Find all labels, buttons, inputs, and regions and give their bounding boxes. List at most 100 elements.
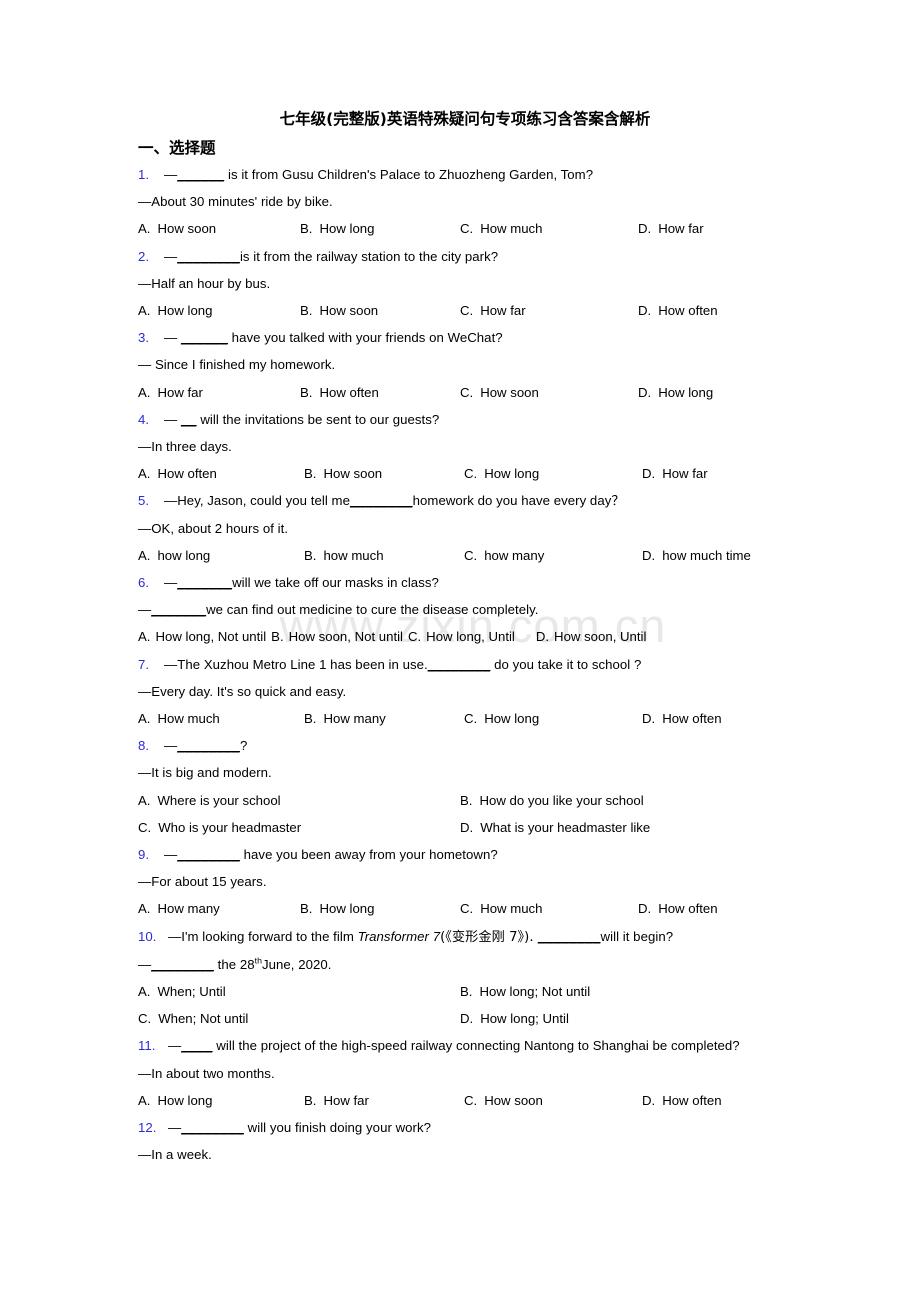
option-text: Who is your headmaster <box>158 819 302 835</box>
option-b[interactable]: B. How soon <box>300 297 378 324</box>
question-stem: 2. —________is it from the railway statio… <box>138 243 792 270</box>
response-tail: June, 2020. <box>261 956 332 972</box>
option-b[interactable]: B. How long <box>300 215 374 242</box>
answer-blank: ________ <box>349 493 413 509</box>
option-d[interactable]: D. How soon, Until <box>536 629 647 644</box>
option-b[interactable]: B. How long; Not until <box>460 978 590 1005</box>
option-a[interactable]: A. How long <box>138 1087 212 1114</box>
option-a[interactable]: A. How often <box>138 460 217 487</box>
question-number: 1. <box>138 167 150 182</box>
option-row: A. How long, Not until B. How soon, Not unt… <box>138 623 792 650</box>
option-label: C. <box>138 819 152 835</box>
option-c[interactable]: C. how many <box>464 542 544 569</box>
option-c[interactable]: C. How long <box>464 460 539 487</box>
question-stem: 11. —____ will the project of the high-sp… <box>138 1032 792 1059</box>
stem-rest: is it from Gusu Children's Palace to Zhu… <box>224 167 594 182</box>
option-a[interactable]: A. How soon <box>138 215 216 242</box>
stem-translation: (《变形金刚 7》). <box>440 929 538 945</box>
option-b[interactable]: B. How long <box>300 895 374 922</box>
option-c[interactable]: C. Who is your headmaster <box>138 814 301 841</box>
option-label: C. <box>464 710 478 726</box>
option-a[interactable]: A. how long <box>138 542 210 569</box>
option-d[interactable]: D. how much time <box>642 542 751 569</box>
option-text: How long, Until <box>426 629 515 645</box>
option-d[interactable]: D. How far <box>642 460 708 487</box>
question-stem: 8. —________? <box>138 732 792 759</box>
stem-rest: have you talked with your friends on WeC… <box>227 330 503 346</box>
option-label: A. <box>138 221 151 237</box>
question-response: —In about two months. <box>138 1065 275 1081</box>
option-b[interactable]: B. How do you like your school <box>460 787 644 814</box>
option-b[interactable]: B. How often <box>300 379 379 406</box>
option-c[interactable]: C. How soon <box>460 379 539 406</box>
option-text: How often <box>157 466 217 482</box>
question-block: 2. —________is it from the railway statio… <box>138 243 792 325</box>
option-text: How long <box>157 1092 213 1108</box>
option-label: C. <box>407 629 422 645</box>
option-a[interactable]: A. How long, Not until <box>138 629 266 644</box>
option-a[interactable]: A. How far <box>138 379 203 406</box>
option-label: B. <box>304 1092 317 1108</box>
stem-rest: will the project of the high-speed railw… <box>212 1038 740 1054</box>
question-number: 5. <box>138 493 150 509</box>
question-stem: 7. —The Xuzhou Metro Line 1 has been in u… <box>138 651 792 678</box>
option-text: How long; Until <box>480 1011 569 1027</box>
option-a[interactable]: A. How many <box>138 895 220 922</box>
option-b[interactable]: B. how much <box>304 542 384 569</box>
option-text: How many <box>157 901 220 917</box>
response-prefix: — <box>138 956 152 972</box>
option-row: A. How much B. How many C. How long D. How o… <box>138 705 792 732</box>
option-label: C. <box>460 901 474 917</box>
option-c[interactable]: C. How much <box>460 895 542 922</box>
option-row: A. how long B. how much C. how many D. how m… <box>138 542 792 569</box>
option-c[interactable]: C. How much <box>460 215 542 242</box>
option-c[interactable]: C. How long <box>464 705 539 732</box>
option-c[interactable]: C. How long, Until <box>408 629 515 644</box>
option-label: C. <box>460 303 474 318</box>
option-a[interactable]: A. How long <box>138 297 212 324</box>
option-b[interactable]: B. How many <box>304 705 386 732</box>
answer-blank: ________ <box>177 846 240 862</box>
document-body: 七年级(完整版)英语特殊疑问句专项练习含答案含解析 一、选择题 1. —_____… <box>138 108 792 1168</box>
option-d[interactable]: D. How often <box>642 705 722 732</box>
stem-prefix: — <box>164 330 181 346</box>
question-block: 12. —________ will you finish doing your … <box>138 1114 792 1168</box>
option-label: D. <box>642 710 656 726</box>
answer-blank: ______ <box>177 167 225 182</box>
question-number: 6. <box>138 574 150 590</box>
option-label: A. <box>138 983 151 999</box>
option-d[interactable]: D. How long <box>638 379 713 406</box>
option-a[interactable]: A. Where is your school <box>138 787 281 814</box>
answer-blank: ________ <box>427 656 491 672</box>
option-label: A. <box>138 629 151 645</box>
option-d[interactable]: D. How often <box>638 895 718 922</box>
option-b[interactable]: B. How soon, Not until <box>271 629 403 644</box>
option-text: How soon, Not until <box>288 629 403 645</box>
response-mid: the 28 <box>213 956 255 972</box>
answer-blank: __ <box>180 411 197 427</box>
option-b[interactable]: B. How far <box>304 1087 369 1114</box>
question-block: 8. —________? —It is big and modern. A. Wh… <box>138 732 792 841</box>
option-row: C. Who is your headmaster D. What is your … <box>138 814 792 841</box>
option-text: how much time <box>662 547 751 563</box>
option-b[interactable]: B. How soon <box>304 460 382 487</box>
option-c[interactable]: C. When; Not until <box>138 1005 248 1032</box>
option-text: How soon <box>480 384 539 400</box>
option-c[interactable]: C. How far <box>460 297 526 324</box>
option-text: how much <box>323 547 384 563</box>
option-d[interactable]: D. How often <box>642 1087 722 1114</box>
option-c[interactable]: C. How soon <box>464 1087 543 1114</box>
ordinal-suffix: th <box>254 955 262 966</box>
option-d[interactable]: D. How long; Until <box>460 1005 569 1032</box>
page-title: 七年级(完整版)英语特殊疑问句专项练习含答案含解析 <box>279 110 651 128</box>
option-a[interactable]: A. When; Until <box>138 978 226 1005</box>
stem-film-title: Transformer 7 <box>357 928 441 944</box>
option-d[interactable]: D. How far <box>638 215 704 242</box>
option-d[interactable]: D. What is your headmaster like <box>460 814 650 841</box>
option-row: A. When; Until B. How long; Not until <box>138 978 792 1005</box>
option-a[interactable]: A. How much <box>138 705 220 732</box>
stem-prefix: —The Xuzhou Metro Line 1 has been in use… <box>164 656 428 672</box>
document-page: www.zixin.com.cn 七年级(完整版)英语特殊疑问句专项练习含答案含… <box>0 0 920 1302</box>
option-label: D. <box>460 819 474 835</box>
option-d[interactable]: D. How often <box>638 297 718 324</box>
